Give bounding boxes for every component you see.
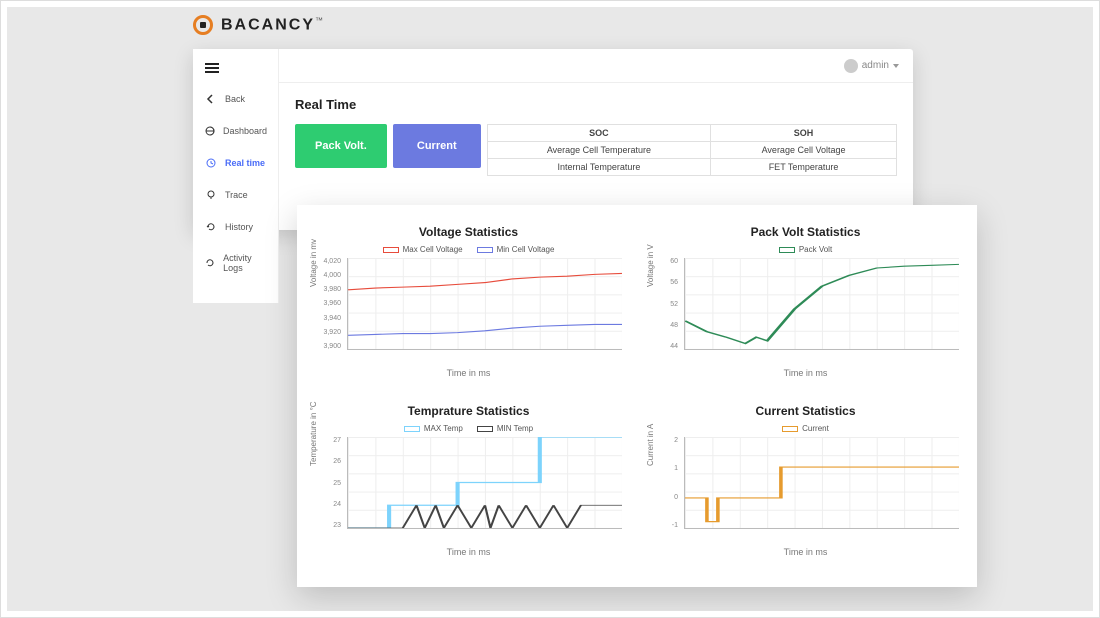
cell-fet-temp[interactable]: FET Temperature [711,159,897,176]
panel-title: Real Time [295,97,897,112]
sidebar-item-label: History [225,222,253,232]
chart-packvolt-statistics: Pack Volt Statistics Pack Volt Voltage i… [652,225,959,378]
x-axis-label: Time in ms [652,368,959,378]
cell-int-temp[interactable]: Internal Temperature [487,159,710,176]
chart-title: Pack Volt Statistics [652,225,959,239]
sidebar-item-activity-logs[interactable]: Activity Logs [193,243,278,283]
avatar-icon [844,59,858,73]
chart-temperature-statistics: Temprature Statistics MAX Temp MIN Temp … [315,404,622,557]
x-axis-label: Time in ms [315,547,622,557]
tile-pack-volt[interactable]: Pack Volt. [295,124,387,168]
plot-area: 6056524844 [652,258,959,350]
chart-legend: Max Cell Voltage Min Cell Voltage [315,245,622,254]
cell-soc[interactable]: SOC [487,125,710,142]
x-axis-label: Time in ms [315,368,622,378]
plot-area: 4,0204,0003,9803,9603,9403,9203,900 [315,258,622,350]
sidebar: Back Dashboard Real time Trace [193,49,279,303]
cell-avg-volt[interactable]: Average Cell Voltage [711,142,897,159]
sidebar-item-realtime[interactable]: Real time [193,147,278,179]
arrow-left-icon [205,93,217,105]
sidebar-item-history[interactable]: History [193,211,278,243]
charts-card: Voltage Statistics Max Cell Voltage Min … [297,205,977,587]
cell-soh[interactable]: SOH [711,125,897,142]
main-panel: Real Time Pack Volt. Current SOC SOH [279,83,913,190]
plot-area: 2726252423 [315,437,622,529]
metrics-table: SOC SOH Average Cell Temperature Average… [487,124,897,176]
plot-area: 210-1 [652,437,959,529]
user-name: admin [862,60,889,71]
sidebar-item-label: Back [225,94,245,104]
y-ticks: 6056524844 [652,258,682,350]
chart-current-statistics: Current Statistics Current Current in A … [652,404,959,557]
chart-voltage-statistics: Voltage Statistics Max Cell Voltage Min … [315,225,622,378]
tile-current[interactable]: Current [393,124,481,168]
brand-logo-icon [193,15,213,35]
app-header: iONDASH admin [193,49,913,83]
hamburger-icon[interactable] [205,63,219,73]
user-menu[interactable]: admin [844,59,899,73]
cell-avg-temp[interactable]: Average Cell Temperature [487,142,710,159]
clock-icon [205,157,217,169]
refresh-icon [205,257,215,269]
globe-icon [205,125,215,137]
y-ticks: 2726252423 [315,437,345,529]
app-window: iONDASH admin Real Time Pack Volt. Curre… [193,49,913,230]
chart-title: Voltage Statistics [315,225,622,239]
chart-title: Current Statistics [652,404,959,418]
chart-legend: MAX Temp MIN Temp [315,424,622,433]
sidebar-item-back[interactable]: Back [193,83,278,115]
sidebar-item-label: Activity Logs [223,253,266,273]
y-ticks: 210-1 [652,437,682,529]
chart-title: Temprature Statistics [315,404,622,418]
sidebar-item-label: Real time [225,158,265,168]
sidebar-item-label: Dashboard [223,126,267,136]
x-axis-label: Time in ms [652,547,959,557]
chart-legend: Current [652,424,959,433]
tile-row: Pack Volt. Current SOC SOH Average Cell … [295,124,897,176]
history-icon [205,221,217,233]
y-ticks: 4,0204,0003,9803,9603,9403,9203,900 [315,258,345,350]
chevron-down-icon [893,64,899,68]
pin-icon [205,189,217,201]
brand-name: BACANCY™ [221,16,323,34]
sidebar-item-label: Trace [225,190,248,200]
chart-legend: Pack Volt [652,245,959,254]
sidebar-item-dashboard[interactable]: Dashboard [193,115,278,147]
sidebar-item-trace[interactable]: Trace [193,179,278,211]
brand-header: BACANCY™ [193,15,323,35]
